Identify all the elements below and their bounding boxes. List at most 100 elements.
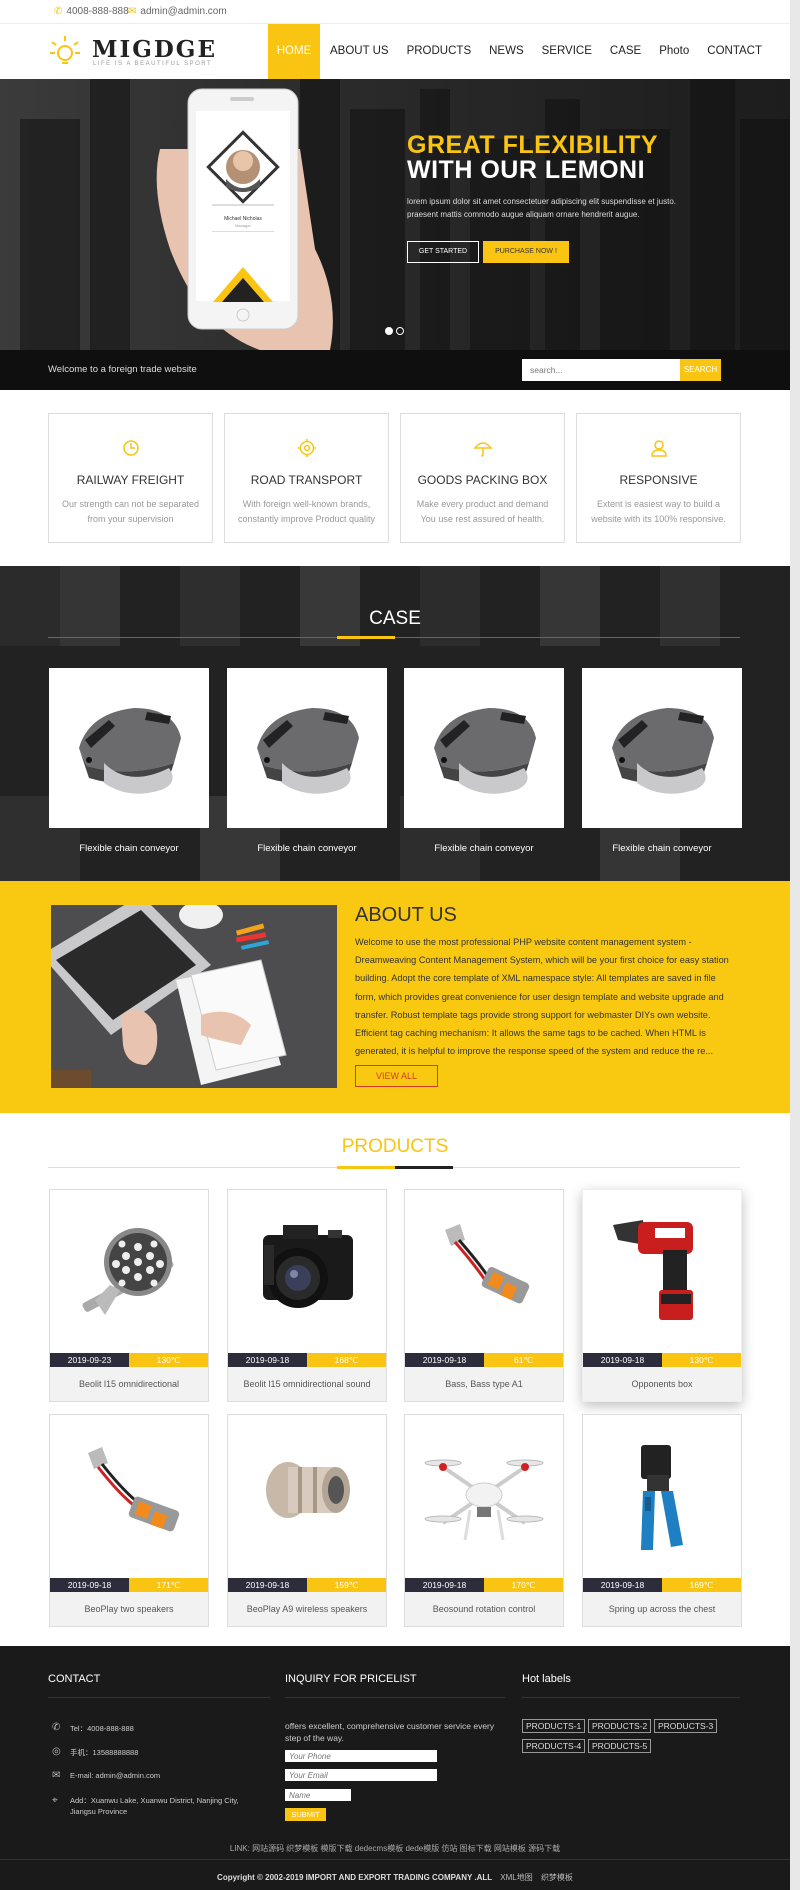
product-card[interactable]: 2019-09-18 130℃ Opponents box [582, 1189, 742, 1402]
product-date: 2019-09-18 [583, 1353, 662, 1367]
product-name[interactable]: BeoPlay two speakers [50, 1592, 208, 1626]
product-temp: 169℃ [662, 1578, 741, 1592]
dede-template-link[interactable]: 织梦模板 [541, 1873, 573, 1882]
case-caption[interactable]: Flexible chain conveyor [49, 843, 209, 854]
case-caption[interactable]: Flexible chain conveyor [227, 843, 387, 854]
product-card[interactable]: 2019-09-18 61℃ Bass, Bass type A1 [404, 1189, 564, 1402]
mail-icon: ✉ [128, 6, 137, 17]
product-card[interactable]: 2019-09-18 170℃ Beosound rotation contro… [404, 1414, 564, 1627]
hot-label-tag[interactable]: PRODUCTS-1 [522, 1719, 586, 1733]
nav-about-us[interactable]: ABOUT US [320, 24, 398, 79]
slider-dot[interactable] [396, 327, 404, 335]
product-date: 2019-09-18 [583, 1578, 662, 1592]
topbar-phone: ✆ 4008-888-888 [54, 6, 129, 17]
product-card[interactable]: 2019-09-18 169℃ Spring up across the che… [582, 1414, 742, 1627]
feature-title: RAILWAY FREIGHT [76, 473, 185, 487]
copyright-text: Copyright © 2002-2019 IMPORT AND EXPORT … [217, 1873, 493, 1882]
topbar-email[interactable]: ✉ admin@admin.com [128, 6, 227, 17]
feature-card[interactable]: GOODS PACKING BOX Make every product and… [400, 413, 565, 543]
footer-labels-title: Hot labels [522, 1673, 571, 1685]
case-card[interactable] [404, 668, 564, 828]
feature-desc: Extent is easiest way to build a website… [591, 499, 726, 524]
lightbulb-logo-icon[interactable] [48, 34, 82, 68]
footer-email[interactable]: E-mail: admin@admin.com [70, 1771, 160, 1780]
logo-slogan: LIFE IS A BEAUTIFUL SPORT [93, 61, 213, 67]
product-card[interactable]: 2019-09-18 168℃ Beolit l15 omnidirection… [227, 1189, 387, 1402]
feature-card[interactable]: RAILWAY FREIGHT Our strength can not be … [48, 413, 213, 543]
conveyor-image [257, 708, 359, 794]
hero-phone-role: Manager [235, 223, 251, 228]
nav-photo[interactable]: Photo [650, 24, 698, 79]
footer-address: Add：Xuanwu Lake, Xuanwu District, Nanjin… [70, 1796, 239, 1816]
footer-links[interactable]: LINK: 网站源码 织梦模板 模版下载 dedecms模板 dede模版 仿站… [0, 1843, 790, 1854]
get-started-button[interactable]: GET STARTED [407, 241, 479, 263]
product-name[interactable]: Bass, Bass type A1 [405, 1367, 563, 1401]
hot-label-tag[interactable]: PRODUCTS-3 [654, 1719, 718, 1733]
feature-desc: With foreign well-known brands, constant… [237, 499, 376, 524]
search-input[interactable] [522, 359, 680, 381]
nav-contact[interactable]: CONTACT [698, 24, 771, 79]
logo-name[interactable]: MIGDGE [92, 36, 217, 63]
location-pin-icon: ⌖ [52, 1795, 58, 1806]
footer-contact-title: CONTACT [48, 1673, 101, 1685]
crimp-tool-icon [641, 1445, 683, 1550]
topbar-email-text[interactable]: admin@admin.com [140, 6, 226, 17]
product-temp: 168℃ [307, 1353, 386, 1367]
nav-products[interactable]: PRODUCTS [398, 24, 481, 79]
feature-title: GOODS PACKING BOX [417, 473, 548, 487]
case-card[interactable] [582, 668, 742, 828]
product-date: 2019-09-23 [50, 1353, 129, 1367]
case-caption[interactable]: Flexible chain conveyor [404, 843, 564, 854]
case-underline [337, 636, 395, 639]
name-field[interactable] [285, 1789, 351, 1801]
slider-dot-active[interactable] [385, 327, 393, 335]
product-name[interactable]: Beolit l15 omnidirectional [50, 1367, 208, 1401]
product-name[interactable]: Beolit l15 omnidirectional sound [228, 1367, 386, 1401]
footer-inquiry-title: INQUIRY FOR PRICELIST [285, 1673, 417, 1685]
rebar-tier-icon [613, 1220, 693, 1320]
product-card[interactable]: 2019-09-23 130℃ Beolit l15 omnidirection… [49, 1189, 209, 1402]
email-field[interactable] [285, 1769, 437, 1781]
nav-news[interactable]: NEWS [480, 24, 533, 79]
hot-label-tag[interactable]: PRODUCTS-4 [522, 1739, 586, 1753]
product-date: 2019-09-18 [405, 1353, 484, 1367]
product-name[interactable]: BeoPlay A9 wireless speakers [228, 1592, 386, 1626]
conveyor-image [434, 708, 536, 794]
case-caption[interactable]: Flexible chain conveyor [582, 843, 742, 854]
wire-connector-icon [445, 1224, 530, 1304]
product-temp: 170℃ [484, 1578, 563, 1592]
feature-desc: Make every product and demand You use re… [416, 499, 549, 524]
conveyor-image [612, 708, 714, 794]
purchase-now-button[interactable]: PURCHASE NOW ! [483, 241, 569, 263]
feature-card[interactable]: RESPONSIVE Extent is easiest way to buil… [576, 413, 741, 543]
view-all-button[interactable]: VIEW ALL [355, 1065, 438, 1087]
hot-label-tag[interactable]: PRODUCTS-5 [588, 1739, 652, 1753]
nav-case[interactable]: CASE [601, 24, 650, 79]
wire-connector-icon [88, 1447, 180, 1532]
nav-service[interactable]: SERVICE [533, 24, 601, 79]
phone-icon: ✆ [54, 6, 63, 17]
submit-button[interactable]: SUBMIT [285, 1808, 326, 1821]
product-card[interactable]: 2019-09-18 171℃ BeoPlay two speakers [49, 1414, 209, 1627]
conveyor-image [79, 708, 181, 794]
case-card[interactable] [49, 668, 209, 828]
xml-map-link[interactable]: XML地图 [500, 1873, 532, 1882]
phone-field[interactable] [285, 1750, 437, 1762]
top-bar: ✆ 4008-888-888 ✉ admin@admin.com [0, 0, 790, 24]
product-name[interactable]: Opponents box [583, 1367, 741, 1401]
nav-home[interactable]: HOME [268, 24, 320, 79]
feature-title: RESPONSIVE [619, 473, 698, 487]
product-temp: 130℃ [662, 1353, 741, 1367]
product-name[interactable]: Spring up across the chest [583, 1592, 741, 1626]
feature-card[interactable]: ROAD TRANSPORT With foreign well-known b… [224, 413, 389, 543]
footer-inquiry-desc: offers excellent, comprehensive customer… [285, 1721, 495, 1743]
search-button[interactable]: SEARCH [680, 359, 721, 381]
page: ✆ 4008-888-888 ✉ admin@admin.com MIGDGE LI… [0, 0, 790, 1890]
drone-icon [424, 1459, 544, 1541]
hot-label-tag[interactable]: PRODUCTS-2 [588, 1719, 652, 1733]
product-card[interactable]: 2019-09-18 159℃ BeoPlay A9 wireless spea… [227, 1414, 387, 1627]
case-card[interactable] [227, 668, 387, 828]
main-nav: HOME ABOUT US PRODUCTS NEWS SERVICE CASE… [268, 24, 771, 79]
product-name[interactable]: Beosound rotation control [405, 1592, 563, 1626]
product-temp: 61℃ [484, 1353, 563, 1367]
